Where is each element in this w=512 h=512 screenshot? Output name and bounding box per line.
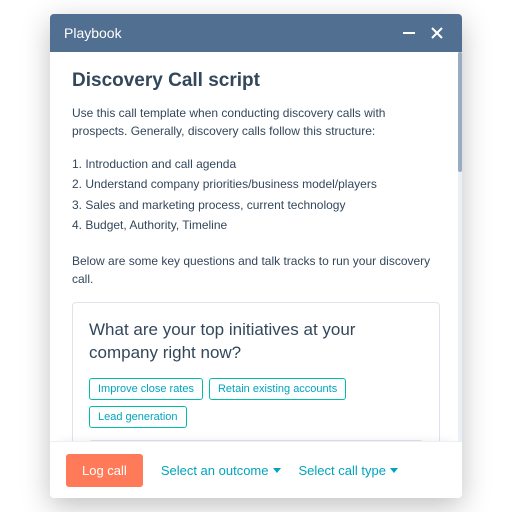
scrollbar-thumb[interactable] — [458, 52, 462, 172]
scroll-area: Discovery Call script Use this call temp… — [50, 52, 462, 441]
minimize-icon[interactable] — [398, 22, 420, 44]
chevron-down-icon — [390, 468, 398, 473]
intro-text: Use this call template when conducting d… — [72, 104, 440, 140]
list-item: 2. Understand company priorities/busines… — [72, 174, 440, 194]
panel-body: Discovery Call script Use this call temp… — [50, 52, 462, 441]
steps-list: 1. Introduction and call agenda 2. Under… — [72, 154, 440, 236]
list-item: 1. Introduction and call agenda — [72, 154, 440, 174]
log-call-button[interactable]: Log call — [66, 454, 143, 487]
close-icon[interactable] — [426, 22, 448, 44]
tag-option[interactable]: Retain existing accounts — [209, 378, 346, 400]
tag-option[interactable]: Improve close rates — [89, 378, 203, 400]
select-outcome-dropdown[interactable]: Select an outcome — [161, 463, 281, 478]
answer-tags: Improve close rates Retain existing acco… — [89, 378, 423, 428]
window-title: Playbook — [64, 25, 398, 41]
playbook-panel: Playbook Discovery Call script Use this … — [50, 14, 462, 498]
list-item: 3. Sales and marketing process, current … — [72, 195, 440, 215]
chevron-down-icon — [273, 468, 281, 473]
question-prompt: What are your top initiatives at your co… — [89, 319, 423, 365]
select-call-type-dropdown[interactable]: Select call type — [299, 463, 398, 478]
titlebar: Playbook — [50, 14, 462, 52]
list-item: 4. Budget, Authority, Timeline — [72, 215, 440, 235]
question-card: What are your top initiatives at your co… — [72, 302, 440, 441]
footer-bar: Log call Select an outcome Select call t… — [50, 441, 462, 498]
select-call-type-label: Select call type — [299, 463, 386, 478]
tag-option[interactable]: Lead generation — [89, 406, 187, 428]
scrollbar-track[interactable] — [458, 52, 462, 442]
below-text: Below are some key questions and talk tr… — [72, 252, 440, 288]
select-outcome-label: Select an outcome — [161, 463, 269, 478]
page-title: Discovery Call script — [72, 70, 440, 92]
